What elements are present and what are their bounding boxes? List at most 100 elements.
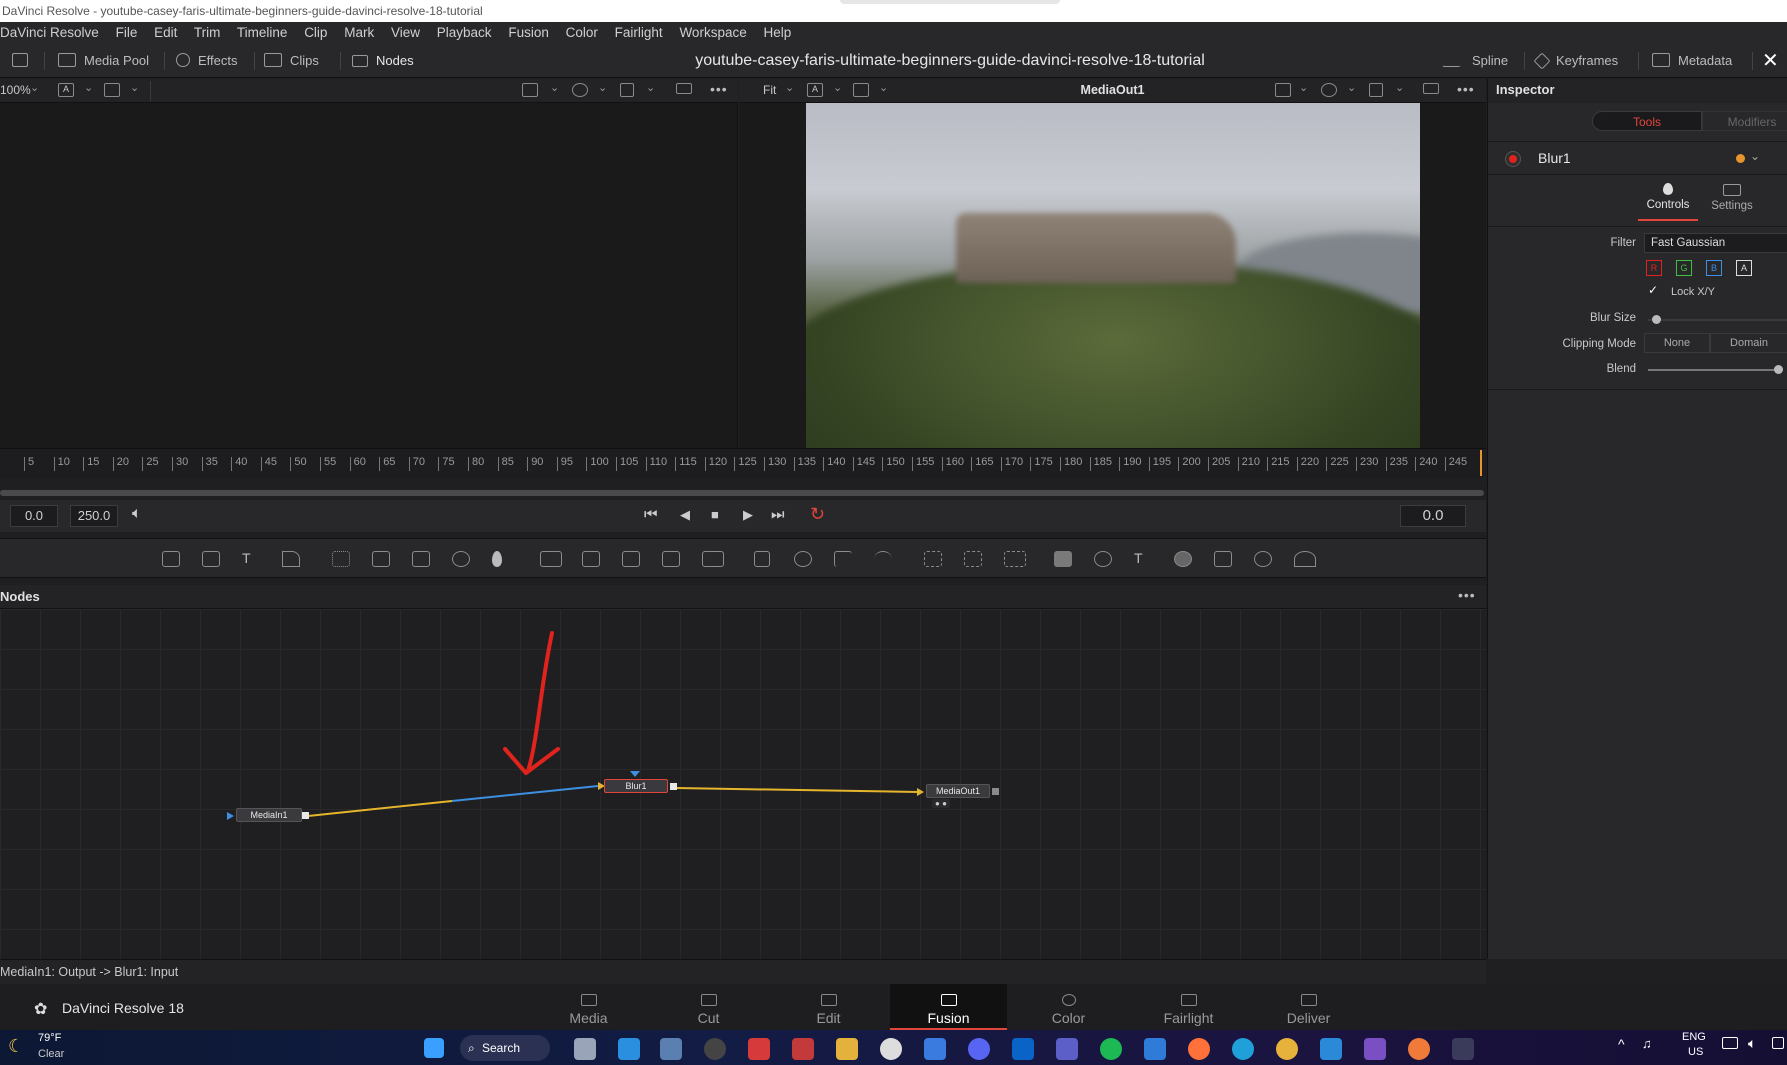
blur-size-slider[interactable]	[1648, 319, 1787, 321]
page-deliver[interactable]: Deliver	[1250, 984, 1367, 1030]
polygon-mask-icon[interactable]	[834, 551, 852, 567]
chevron-down-icon[interactable]: ⌄	[1299, 81, 1308, 94]
teams-icon[interactable]	[1056, 1038, 1078, 1060]
page-edit[interactable]: Edit	[770, 984, 887, 1030]
blur-size-handle[interactable]	[1652, 315, 1661, 324]
network-icon[interactable]	[1722, 1037, 1738, 1049]
channel-g-toggle[interactable]: G	[1676, 260, 1692, 276]
file-explorer-icon[interactable]	[836, 1038, 858, 1060]
spotify-icon[interactable]	[1100, 1038, 1122, 1060]
menu-fairlight[interactable]: Fairlight	[615, 25, 663, 40]
page-fairlight[interactable]: Fairlight	[1130, 984, 1247, 1030]
menu-workspace[interactable]: Workspace	[679, 25, 746, 40]
photos-icon[interactable]	[660, 1038, 682, 1060]
clipping-domain-button[interactable]: Domain	[1710, 333, 1787, 353]
chevron-down-icon[interactable]: ⌄	[550, 81, 559, 94]
particles-tool-icon[interactable]	[332, 551, 350, 567]
acrobat-icon[interactable]	[748, 1038, 770, 1060]
chevron-down-icon[interactable]: ⌄	[1750, 149, 1760, 163]
color-curves-tool-icon[interactable]	[372, 551, 390, 567]
loop-icon[interactable]: ↻	[810, 504, 825, 525]
menu-help[interactable]: Help	[763, 25, 791, 40]
left-view-button[interactable]	[104, 83, 120, 97]
particle-emitter-icon[interactable]	[924, 551, 942, 567]
channel-r-toggle[interactable]: R	[1646, 260, 1662, 276]
link-blur-to-mediaout[interactable]	[675, 787, 919, 793]
metadata-button[interactable]: Metadata	[1652, 44, 1732, 78]
chevron-down-icon[interactable]: ⌄	[30, 81, 39, 94]
matte-control-tool-icon[interactable]	[622, 551, 640, 567]
3d-merge-icon[interactable]	[1094, 551, 1112, 567]
render-end-field[interactable]: 250.0	[70, 505, 118, 527]
3d-light-icon[interactable]	[1254, 551, 1272, 567]
right-grid-icon[interactable]	[1369, 83, 1383, 97]
tab-tools[interactable]: Tools	[1592, 111, 1702, 131]
right-roi-button[interactable]	[1275, 83, 1291, 97]
left-grid-icon[interactable]	[620, 83, 634, 97]
chevron-down-icon[interactable]: ⌄	[84, 81, 93, 94]
blur-tool-icon[interactable]	[492, 551, 502, 567]
image-tool-icon[interactable]	[202, 551, 220, 567]
channel-b-toggle[interactable]: B	[1706, 260, 1722, 276]
chrome-icon[interactable]	[1276, 1038, 1298, 1060]
vscode-icon[interactable]	[1320, 1038, 1342, 1060]
resize-tool-icon[interactable]	[662, 551, 680, 567]
search-box[interactable]: ⌕ Search	[460, 1035, 550, 1061]
speaker-icon[interactable]: 🔈︎	[132, 505, 142, 523]
blur-output-port[interactable]	[670, 783, 677, 790]
3d-shape-icon[interactable]	[1054, 551, 1072, 567]
edge-icon[interactable]	[1232, 1038, 1254, 1060]
visual-studio-icon[interactable]	[1364, 1038, 1386, 1060]
page-media[interactable]: Media	[530, 984, 647, 1030]
left-more-icon[interactable]: •••	[710, 81, 728, 97]
discord-icon[interactable]	[968, 1038, 990, 1060]
node-blur1[interactable]: Blur1	[604, 779, 668, 793]
link-mediain-blue[interactable]	[451, 785, 599, 802]
left-zoom-dropdown[interactable]: 100%	[0, 83, 31, 97]
menu-view[interactable]: View	[391, 25, 420, 40]
go-to-start-icon[interactable]: ⏮︎	[644, 506, 658, 523]
windows-start-icon[interactable]	[424, 1038, 444, 1058]
menu-playback[interactable]: Playback	[437, 25, 492, 40]
spline-button[interactable]: Spline	[1441, 44, 1508, 78]
task-view-icon[interactable]	[574, 1038, 596, 1060]
right-color-button[interactable]	[1321, 83, 1337, 97]
current-time-field[interactable]: 0.0	[1400, 505, 1466, 527]
channel-booleans-tool-icon[interactable]	[582, 551, 600, 567]
chevron-down-icon[interactable]: ⌄	[1395, 81, 1404, 94]
menu-color[interactable]: Color	[566, 25, 598, 40]
todo-icon[interactable]	[1144, 1038, 1166, 1060]
particle-render-icon[interactable]	[964, 551, 982, 567]
ellipse-mask-icon[interactable]	[794, 551, 812, 567]
clipping-none-button[interactable]: None	[1644, 333, 1710, 353]
particle-style-icon[interactable]	[1004, 551, 1026, 567]
brightness-tool-icon[interactable]	[452, 551, 470, 567]
right-more-icon[interactable]: •••	[1457, 81, 1475, 97]
menu-davinci[interactable]: DaVinci Resolve	[0, 25, 99, 40]
right-fullscreen-icon[interactable]	[1423, 83, 1439, 94]
menu-fusion[interactable]: Fusion	[508, 25, 549, 40]
node-color-dot[interactable]	[1736, 154, 1745, 163]
left-color-button[interactable]	[572, 83, 588, 97]
subtab-settings[interactable]: Settings	[1702, 179, 1762, 221]
filter-dropdown[interactable]: Fast Gaussian	[1644, 233, 1787, 253]
menu-file[interactable]: File	[116, 25, 138, 40]
3d-image-plane-icon[interactable]	[1214, 551, 1232, 567]
nodes-more-icon[interactable]: •••	[1458, 583, 1476, 607]
rectangle-mask-icon[interactable]	[754, 551, 770, 567]
menu-timeline[interactable]: Timeline	[237, 25, 288, 40]
mediain-output-port[interactable]	[302, 812, 309, 819]
mic-icon[interactable]: ♫	[1642, 1036, 1652, 1051]
background-tool-icon[interactable]	[162, 551, 180, 567]
page-fusion[interactable]: Fusion	[890, 984, 1007, 1030]
page-color[interactable]: Color	[1010, 984, 1127, 1030]
battery-icon[interactable]	[1772, 1037, 1784, 1049]
blend-handle[interactable]	[1774, 365, 1783, 374]
chevron-down-icon[interactable]: ⌄	[646, 81, 655, 94]
chevron-down-icon[interactable]: ⌄	[598, 81, 607, 94]
left-channel-button[interactable]: A	[58, 83, 74, 97]
page-cut[interactable]: Cut	[650, 984, 767, 1030]
left-roi-button[interactable]	[522, 83, 538, 97]
outlook-icon[interactable]	[1012, 1038, 1034, 1060]
volume-icon[interactable]: 🔈︎	[1748, 1035, 1756, 1052]
